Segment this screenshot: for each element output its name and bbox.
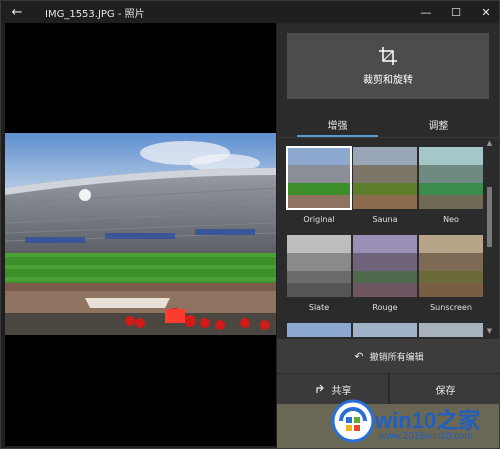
filter-item[interactable]	[287, 323, 351, 337]
watermark: win10之家 www.2016win10.com	[327, 395, 499, 448]
maximize-icon[interactable]: ☐	[441, 1, 471, 23]
tab-adjust[interactable]: 调整	[388, 113, 489, 137]
undo-icon: ↶	[354, 349, 364, 363]
window-title: IMG_1553.JPG - 照片	[45, 8, 145, 20]
filter-label: Sunscreen	[430, 303, 472, 312]
filter-thumbnail	[287, 235, 351, 297]
filter-scrollbar[interactable]: ▲ ▼	[486, 139, 493, 335]
filter-thumbnail	[419, 147, 483, 209]
filter-rouge[interactable]: Rouge	[353, 235, 417, 312]
arrow-left-icon[interactable]: ←	[1, 1, 33, 23]
image-viewer	[5, 23, 276, 446]
crop-rotate-label: 裁剪和旋转	[363, 75, 413, 86]
filter-sunscreen[interactable]: Sunscreen	[419, 235, 483, 312]
undo-all-edits-label: 撤销所有编辑	[369, 352, 424, 363]
filter-label: Sauna	[372, 215, 398, 224]
undo-all-edits-button[interactable]: ↶ 撤销所有编辑	[277, 339, 499, 373]
filter-neo[interactable]: Neo	[419, 147, 483, 224]
filter-thumbnail	[286, 146, 352, 210]
crop-icon	[379, 47, 397, 65]
filter-original[interactable]: Original	[286, 146, 352, 224]
filter-thumbnail	[353, 323, 417, 337]
filter-label: Neo	[443, 215, 459, 224]
filter-thumbnail	[419, 235, 483, 297]
filter-grid: Original Sauna Neo Slate Rouge Sunscreen	[285, 141, 491, 337]
watermark-url: www.2016win10.com	[379, 431, 473, 442]
close-icon[interactable]: ✕	[471, 1, 499, 23]
minimize-icon[interactable]: —	[411, 1, 441, 23]
filter-label: Original	[303, 215, 335, 224]
edit-tabs: 增强 调整	[287, 113, 489, 137]
scroll-down-icon[interactable]: ▼	[486, 327, 493, 335]
filter-label: Slate	[308, 303, 330, 312]
filter-slate[interactable]: Slate	[287, 235, 351, 312]
photos-app-window: ← IMG_1553.JPG - 照片 — ☐ ✕ 裁剪和旋转 增强 调整 Or…	[0, 0, 500, 449]
filter-thumbnail	[353, 235, 417, 297]
title-bar: ← IMG_1553.JPG - 照片 — ☐ ✕	[1, 1, 499, 23]
filter-thumbnail	[419, 323, 483, 337]
filter-item[interactable]	[419, 323, 483, 337]
tabs-divider	[277, 137, 499, 138]
win10-logo	[331, 399, 375, 443]
filter-thumbnail	[353, 147, 417, 209]
filter-sauna[interactable]: Sauna	[353, 147, 417, 224]
scroll-up-icon[interactable]: ▲	[486, 139, 493, 147]
edit-panel: 裁剪和旋转 增强 调整 Original Sauna Neo Slate Rou…	[277, 23, 499, 448]
stadium-photo	[5, 133, 276, 335]
filter-label: Rouge	[372, 303, 398, 312]
scrollbar-thumb[interactable]	[487, 187, 492, 247]
filter-item[interactable]	[353, 323, 417, 337]
tab-enhance[interactable]: 增强	[287, 113, 388, 137]
filter-thumbnail	[287, 323, 351, 337]
share-icon	[315, 384, 324, 393]
crop-rotate-button[interactable]: 裁剪和旋转	[287, 33, 489, 99]
window-controls: — ☐ ✕	[411, 1, 499, 23]
